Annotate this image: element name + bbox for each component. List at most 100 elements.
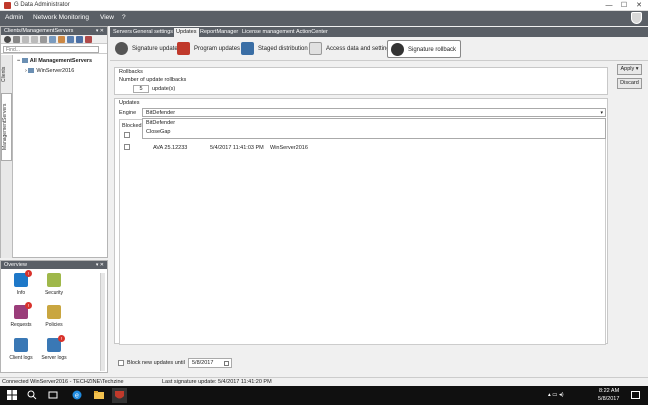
gear-icon[interactable] (22, 36, 29, 43)
tree-root[interactable]: − All ManagementServers (17, 58, 92, 64)
tab-updates[interactable]: Updates (174, 28, 199, 37)
engine-dropdown[interactable]: BitDefender ▾ (142, 108, 606, 117)
remove-icon[interactable] (85, 36, 92, 43)
overview-requests-label: Requests (10, 322, 32, 328)
pane-pin-close-icon[interactable]: ▾ ✕ (96, 27, 104, 35)
tab-reportmanager[interactable]: ReportManager (198, 28, 240, 37)
program-updates-button[interactable]: Program updates (174, 40, 244, 58)
computer-icon[interactable] (49, 36, 56, 43)
chevron-down-icon: ▾ (600, 110, 603, 116)
maximize-button[interactable]: ☐ (618, 1, 630, 10)
overview-policies[interactable]: Policies (34, 305, 74, 328)
tab-general-settings[interactable]: General settings (131, 28, 175, 37)
overview-security[interactable]: Security (34, 273, 74, 296)
search-icon[interactable] (27, 390, 37, 400)
arrow-icon[interactable] (13, 36, 20, 43)
menu-admin[interactable]: Admin (5, 14, 23, 21)
gdata-shield-icon (631, 12, 642, 24)
updates-toolbar: Signature updates Program updates Staged… (110, 37, 648, 61)
client-logs-icon (14, 338, 28, 352)
add-icon[interactable] (31, 36, 38, 43)
calendar-icon[interactable] (224, 361, 229, 366)
overview-security-label: Security (44, 290, 64, 296)
server-icon (28, 68, 35, 74)
row-server: WinServer2016 (270, 145, 308, 151)
requests-icon: ! (14, 302, 32, 319)
rollbacks-count-label: Number of update rollbacks (119, 77, 187, 83)
rollbacks-title: Rollbacks (119, 69, 143, 75)
notification-icon[interactable] (631, 391, 640, 399)
overview-pin-close-icon[interactable]: ▾ ✕ (96, 261, 104, 269)
row-checkbox-1[interactable] (124, 132, 130, 138)
delete-icon[interactable] (40, 36, 47, 43)
alert-badge: ! (25, 270, 32, 277)
block-date-picker[interactable]: 5/8/2017 (188, 358, 232, 368)
overview-server-logs[interactable]: ! Server logs (34, 335, 74, 361)
chevron-down-icon: ▾ (635, 66, 639, 72)
close-button[interactable]: ✕ (633, 1, 645, 10)
edge-icon[interactable]: e (72, 390, 82, 400)
taskbar: e ▴ ▭ ◂) 8:22 AM 5/8/2017 (0, 386, 648, 405)
clients-pane: Clients/ManagementServers ▾ ✕ Clients Ma… (0, 26, 108, 258)
windows-start-icon[interactable] (7, 390, 17, 400)
menu-network-monitoring[interactable]: Network Monitoring (33, 14, 89, 21)
discard-button[interactable]: Discard (617, 78, 642, 89)
tree-root-label: All ManagementServers (29, 58, 93, 64)
status-bar: Connected WinServer2016 - TECHZINE\Techz… (0, 377, 648, 386)
signature-rollback-button[interactable]: Signature rollback (387, 40, 462, 58)
find-input[interactable] (3, 46, 99, 53)
menu-help[interactable]: ? (122, 14, 126, 21)
engine-option-bitdefender[interactable]: BitDefender (146, 120, 175, 126)
monitor-icon[interactable] (76, 36, 83, 43)
window-title: G Data Administrator (14, 2, 70, 8)
row-date: 5/4/2017 11:41:03 PM (210, 145, 264, 151)
row-checkbox-2[interactable] (124, 144, 130, 150)
tab-actioncenter[interactable]: ActionCenter (294, 28, 330, 37)
gdata-taskbar-icon[interactable] (112, 388, 127, 403)
rollbacks-count-spinner[interactable]: 5 (133, 85, 149, 93)
block-updates-checkbox[interactable] (118, 360, 124, 366)
block-updates-label: Block new updates until (127, 360, 185, 366)
block-date-value: 5/8/2017 (192, 360, 214, 366)
file-explorer-icon[interactable] (94, 390, 104, 400)
taskbar-time: 8:22 AM (599, 388, 620, 394)
apply-button[interactable]: Apply ▾ (617, 64, 642, 75)
app-icon (4, 2, 11, 9)
refresh-icon[interactable] (4, 36, 11, 43)
content-area: Rollbacks Number of update rollbacks 5 u… (112, 62, 611, 374)
program-icon (177, 42, 190, 55)
server-logs-icon: ! (47, 335, 65, 352)
server-icon[interactable] (67, 36, 74, 43)
minimize-button[interactable]: — (603, 1, 615, 10)
alert-badge: ! (58, 335, 65, 342)
menu-view[interactable]: View (100, 14, 114, 21)
alert-badge: ! (25, 302, 32, 309)
tree-item-server[interactable]: › WinServer2016 (25, 68, 74, 74)
group-icon[interactable] (58, 36, 65, 43)
title-bar: G Data Administrator — ☐ ✕ (0, 0, 648, 11)
tab-managementservers[interactable]: ManagementServers (1, 93, 12, 161)
tab-clients[interactable]: Clients (1, 59, 12, 89)
tab-license-management[interactable]: License management (240, 28, 297, 37)
rollbacks-group: Rollbacks Number of update rollbacks 5 u… (114, 67, 608, 95)
connection-status: Connected WinServer2016 - TECHZINE\Techz… (2, 379, 124, 385)
updates-group: Updates Engine BitDefender ▾ Blocked AVA… (114, 98, 608, 345)
main-tabs: Servers General settings Updates ReportM… (110, 27, 648, 37)
overview-pane: Overview ▾ ✕ ! Info Security ! Requests … (0, 260, 108, 373)
engine-value: BitDefender (146, 110, 176, 116)
task-view-icon[interactable] (48, 390, 58, 400)
program-updates-label: Program updates (194, 46, 241, 52)
overview-scrollbar[interactable] (100, 273, 105, 371)
overview-policies-label: Policies (45, 322, 63, 328)
staged-distribution-button[interactable]: Staged distribution (238, 40, 312, 58)
svg-text:e: e (75, 393, 79, 400)
overview-server-logs-label: Server logs (41, 355, 67, 361)
tray-network-icon[interactable]: ▴ ▭ ◂) (548, 392, 564, 398)
clients-toolbar (1, 35, 107, 44)
engine-option-closegap[interactable]: CloseGap (146, 129, 170, 135)
overview-header: Overview ▾ ✕ (1, 261, 107, 269)
rollback-icon (391, 43, 404, 56)
access-data-button[interactable]: Access data and settings (306, 40, 397, 58)
overview-info-label: Info (16, 290, 26, 296)
clients-pane-title: Clients/ManagementServers (4, 28, 74, 34)
